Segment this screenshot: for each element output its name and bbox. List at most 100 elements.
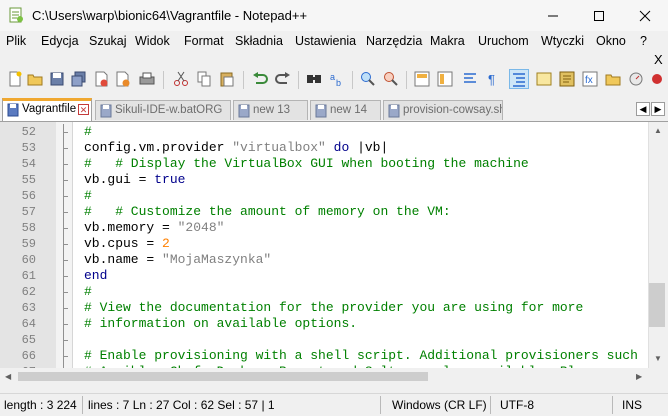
code-line[interactable]: 61 end [0, 268, 648, 284]
replace-icon[interactable]: ab [328, 70, 346, 88]
menu-edycja[interactable]: Edycja [41, 34, 79, 48]
print-icon[interactable] [138, 70, 156, 88]
code-line[interactable]: 66 # Enable provisioning with a shell scr… [0, 348, 648, 364]
new-file-icon[interactable] [6, 70, 24, 88]
line-number: 54 [21, 157, 36, 171]
paste-icon[interactable] [218, 70, 236, 88]
menu-plik[interactable]: Plik [6, 34, 26, 48]
code-line[interactable]: 57 # # Customize the amount of memory on … [0, 204, 648, 220]
scroll-up-icon[interactable]: ▲ [654, 126, 662, 135]
horizontal-scroll-thumb[interactable] [18, 372, 428, 381]
fold-guide-tick [63, 276, 68, 277]
code-text: config.vm.provider "virtualbox" do |vb| [84, 140, 388, 156]
close-file-icon[interactable] [92, 70, 110, 88]
toolbar-separator [298, 71, 299, 89]
doc-map-icon[interactable] [558, 70, 576, 88]
status-bar: length : 3 224 lines : 7 Ln : 27 Col : 6… [0, 393, 668, 416]
code-text: vb.cpus = 2 [84, 236, 170, 252]
menu-widok[interactable]: Widok [135, 34, 170, 48]
code-line[interactable]: 56 # [0, 188, 648, 204]
show-all-chars-icon[interactable]: ¶ [484, 70, 502, 88]
fold-guide-tick [63, 324, 68, 325]
minimize-button[interactable] [530, 0, 576, 31]
code-line[interactable]: 62 # [0, 284, 648, 300]
menu-okno[interactable]: Okno [596, 34, 626, 48]
scroll-left-icon[interactable]: ◀ [5, 372, 11, 381]
tab-new-13[interactable]: new 13 [233, 100, 308, 120]
copy-icon[interactable] [195, 70, 213, 88]
folder-workspace-icon[interactable] [604, 70, 622, 88]
zoom-in-icon[interactable] [359, 70, 377, 88]
code-line[interactable]: 54 # # Display the VirtualBox GUI when bo… [0, 156, 648, 172]
code-line[interactable]: 65 [0, 332, 648, 348]
fold-guide-tick [63, 164, 68, 165]
menu-narzedzia[interactable]: Narzędzia [366, 34, 422, 48]
status-separator [612, 396, 613, 414]
code-line[interactable]: 60 vb.name = "MojaMaszynka" [0, 252, 648, 268]
menu-skladnia[interactable]: Składnia [235, 34, 283, 48]
tab-scroll-left-button[interactable]: ◀ [636, 102, 650, 116]
code-line[interactable]: 59 vb.cpus = 2 [0, 236, 648, 252]
menu-uruchom[interactable]: Uruchom [478, 34, 529, 48]
maximize-button[interactable] [576, 0, 622, 31]
code-token: # [84, 124, 92, 139]
toolbar-separator [406, 71, 407, 89]
sync-vertical-icon[interactable] [413, 70, 431, 88]
find-icon[interactable] [305, 70, 323, 88]
tab-provision-cowsay[interactable]: provision-cowsay.sh [383, 100, 503, 120]
close-button[interactable] [622, 0, 668, 31]
menu-makra[interactable]: Makra [430, 34, 465, 48]
vertical-scroll-thumb[interactable] [649, 283, 665, 327]
monitoring-icon[interactable] [627, 70, 645, 88]
menu-wtyczki[interactable]: Wtyczki [541, 34, 584, 48]
tab-sikuli-ide[interactable]: Sikuli-IDE-w.batORG [95, 100, 231, 120]
tab-label: new 14 [330, 104, 368, 116]
redo-icon[interactable] [274, 70, 292, 88]
tab-vagrantfile[interactable]: Vagrantfile ✕ [2, 98, 92, 121]
vertical-scrollbar[interactable]: ▲ ▼ [648, 122, 667, 368]
toolbar: ab ¶ fx [0, 67, 668, 93]
tab-scroll-right-button[interactable]: ▶ [651, 102, 665, 116]
fold-guide-tick [63, 356, 68, 357]
open-file-icon[interactable] [26, 70, 44, 88]
undo-icon[interactable] [251, 70, 269, 88]
scroll-down-icon[interactable]: ▼ [654, 354, 662, 363]
indent-guide-icon[interactable] [509, 69, 529, 89]
fold-guide-tick [63, 308, 68, 309]
tab-new-14[interactable]: new 14 [310, 100, 381, 120]
fold-guide-tick [63, 148, 68, 149]
menu-format[interactable]: Format [184, 34, 224, 48]
status-eol: Windows (CR LF) [392, 398, 487, 412]
line-number: 53 [21, 141, 36, 155]
word-wrap-icon[interactable] [461, 70, 479, 88]
tab-close-icon[interactable]: ✕ [78, 104, 89, 115]
code-line[interactable]: 63 # View the documentation for the provi… [0, 300, 648, 316]
code-text: vb.memory = "2048" [84, 220, 224, 236]
code-line[interactable]: 55 vb.gui = true [0, 172, 648, 188]
menu-ustawienia[interactable]: Ustawienia [295, 34, 356, 48]
cut-icon[interactable] [172, 70, 190, 88]
scroll-right-icon[interactable]: ▶ [636, 372, 642, 381]
code-text: # # Display the VirtualBox GUI when boot… [84, 156, 529, 172]
code-line[interactable]: 53 config.vm.provider "virtualbox" do |vb… [0, 140, 648, 156]
udl-icon[interactable] [535, 70, 553, 88]
svg-text:fx: fx [585, 75, 593, 86]
line-number: 59 [21, 237, 36, 251]
code-editor[interactable]: 52 #53 config.vm.provider "virtualbox" do … [0, 122, 648, 368]
code-text: # # Customize the amount of memory on th… [84, 204, 451, 220]
code-line[interactable]: 64 # information on available options. [0, 316, 648, 332]
function-list-icon[interactable]: fx [581, 70, 599, 88]
close-document-button[interactable]: X [654, 52, 663, 67]
record-macro-icon[interactable] [648, 70, 666, 88]
save-all-icon[interactable] [70, 70, 88, 88]
close-all-icon[interactable] [114, 70, 132, 88]
sync-horizontal-icon[interactable] [436, 70, 454, 88]
code-token: # [84, 284, 92, 299]
zoom-out-icon[interactable] [382, 70, 400, 88]
menu-szukaj[interactable]: Szukaj [89, 34, 127, 48]
code-line[interactable]: 58 vb.memory = "2048" [0, 220, 648, 236]
code-line[interactable]: 52 # [0, 124, 648, 140]
menu-help[interactable]: ? [640, 34, 647, 48]
save-icon[interactable] [48, 70, 66, 88]
